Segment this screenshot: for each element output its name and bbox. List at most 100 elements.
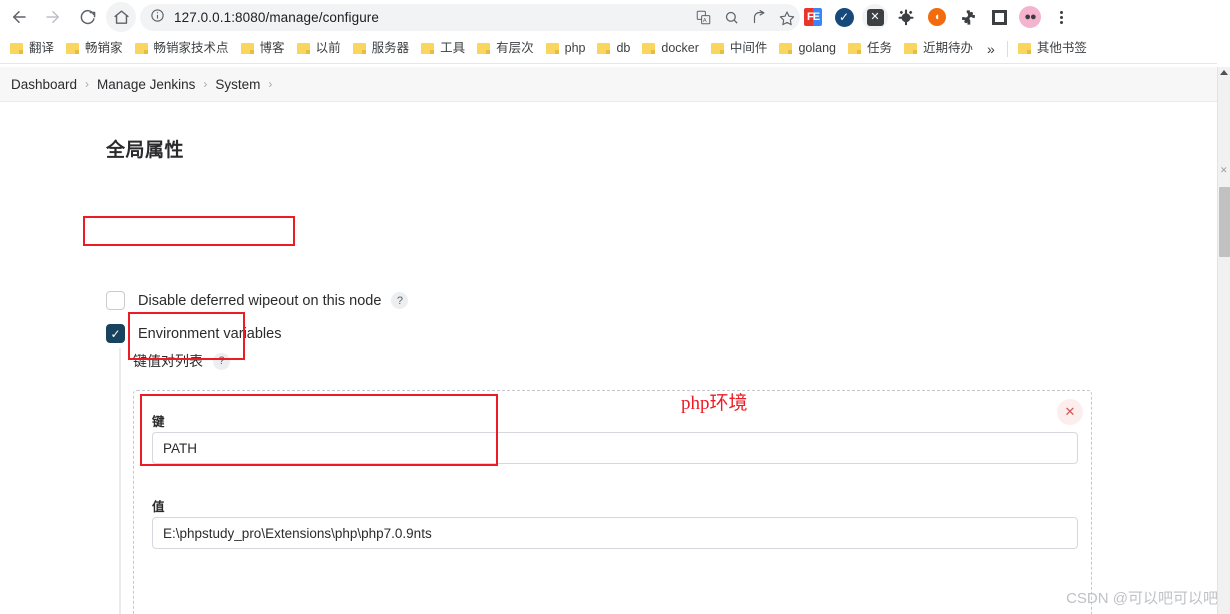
address-bar[interactable]: 127.0.0.1:8080/manage/configure A [140,4,800,31]
bookmark-label: php [564,41,586,56]
scroll-up-arrow-icon[interactable] [1220,70,1228,75]
folder-icon [1017,43,1031,54]
kv-list-header: 键值对列表 ? [133,351,230,371]
bookmark-label: 博客 [259,41,285,56]
bookmark-item[interactable]: 博客 [235,40,291,57]
bookmark-item[interactable]: php [540,40,592,57]
bookmark-label: golang [798,41,836,56]
scrollbar-thumb[interactable] [1219,187,1230,257]
value-field-label: 值 [152,500,165,514]
key-input[interactable]: PATH [152,432,1078,464]
key-field-label: 键 [152,415,165,429]
other-bookmarks-label: 其他书签 [1036,41,1087,56]
svg-text:A: A [702,18,706,24]
vertical-scrollbar[interactable]: ✕ [1217,67,1230,614]
folder-icon [847,43,861,54]
breadcrumb-item[interactable]: Dashboard [5,77,83,92]
breadcrumb-item[interactable]: System [209,77,266,92]
browser-window: 127.0.0.1:8080/manage/configure A FE ✓ ✕ [0,0,1230,614]
watermark: CSDN @可以吧可以吧 [1066,590,1218,607]
puzzle-extension-icon[interactable] [955,4,981,30]
help-icon-disable-wipeout[interactable]: ? [391,292,409,309]
folder-icon [904,43,917,54]
browser-chrome: 127.0.0.1:8080/manage/configure A FE ✓ ✕ [0,0,1230,67]
profile-avatar[interactable]: ●● [1017,4,1043,30]
bookmark-item[interactable]: 以前 [291,40,347,57]
bug-extension-icon[interactable] [893,4,919,30]
url-text: 127.0.0.1:8080/manage/configure [174,10,380,25]
back-arrow-icon[interactable] [4,2,34,32]
three-dot-menu-icon[interactable] [1048,4,1074,30]
home-icon[interactable] [106,2,136,32]
bookmark-item[interactable]: 翻译 [4,40,60,57]
bookmark-label: 近期待办 [923,41,974,56]
kv-list-label: 键值对列表 [133,353,203,369]
checkbox-environment-variables[interactable]: ✓ [106,324,125,343]
folder-icon [421,43,435,54]
folder-icon [545,43,559,54]
share-icon[interactable] [746,5,772,31]
other-bookmarks-item[interactable]: 其他书签 [1012,40,1093,57]
bookmark-label: 畅销家技术点 [153,41,229,56]
translate-icon[interactable]: A [690,5,716,31]
checkmark-extension-icon[interactable]: ✓ [831,4,857,30]
checkbox-row-disable-wipeout[interactable]: Disable deferred wipeout on this node ? [106,291,409,310]
bookmark-item[interactable]: 服务器 [347,40,416,57]
breadcrumb-separator-icon: › [268,77,273,91]
reload-icon[interactable] [72,2,102,32]
extensions-tray: FE ✓ ✕ ◖ ●● [800,3,1074,31]
bookmark-star-icon[interactable] [774,5,800,31]
x-extension-icon[interactable]: ✕ [862,4,888,30]
nesting-rule [119,348,121,614]
bookmark-label: db [616,41,631,56]
bookmarks-overflow-button[interactable]: » [979,41,1003,57]
bookmark-item[interactable]: 近期待办 [898,40,979,57]
chrome-right-edge [1217,0,1230,67]
env-var-entry-panel: ✕ 键 PATH 值 E:\phpstudy_pro\Extensions\ph… [133,390,1092,614]
breadcrumb-item[interactable]: Manage Jenkins [91,77,201,92]
bookmark-item[interactable]: 任务 [842,40,898,57]
help-icon-kv-list[interactable]: ? [213,352,230,370]
forward-arrow-icon[interactable] [38,2,68,32]
bookmark-item[interactable]: 畅销家 [60,40,129,57]
bookmark-label: 任务 [866,41,892,56]
bookmark-label: 工具 [440,41,466,56]
bookmark-label: 服务器 [371,41,410,56]
bookmark-label: 以前 [315,41,341,56]
value-input[interactable]: E:\phpstudy_pro\Extensions\php\php7.0.9n… [152,517,1078,549]
bookmark-item[interactable]: docker [636,40,705,57]
bookmark-item[interactable]: 畅销家技术点 [129,40,235,57]
folder-icon [597,43,611,54]
breadcrumb-separator-icon: › [203,77,208,91]
bookmark-item[interactable]: golang [773,40,842,57]
omnibox-actions: A [690,4,800,31]
checkbox-row-environment-variables[interactable]: ✓ Environment variables [106,324,281,343]
bookmark-label: 有层次 [496,41,534,56]
fe-extension-icon[interactable]: FE [800,4,826,30]
bookmark-item[interactable]: db [591,40,636,57]
folder-icon [710,43,724,54]
checkbox-disable-wipeout-label: Disable deferred wipeout on this node [138,292,382,309]
folder-icon [240,43,254,54]
checkbox-disable-wipeout[interactable] [106,291,125,310]
page-title: 全局属性 [106,140,185,161]
search-icon[interactable] [718,5,744,31]
annotation-php-env-label: php环境 [681,393,748,414]
breadcrumb-separator-icon: › [85,77,90,91]
square-extension-icon[interactable] [986,4,1012,30]
page-content: 全局属性 Disable deferred wipeout on this no… [0,103,1217,614]
bookmark-item[interactable]: 工具 [415,40,471,57]
folder-icon [352,43,366,54]
bookmark-label: 中间件 [729,41,768,56]
bookmark-label: docker [661,41,699,56]
bookmark-item[interactable]: 有层次 [471,40,540,57]
folder-icon [10,43,23,54]
site-info-icon[interactable] [150,8,165,28]
orange-extension-icon[interactable]: ◖ [924,4,950,30]
delete-entry-button[interactable]: ✕ [1057,399,1083,425]
bookmark-item[interactable]: 中间件 [705,40,774,57]
page-viewport: Dashboard › Manage Jenkins › System › 全局属性 Di… [0,67,1217,614]
bookmarks-divider [1006,40,1008,57]
folder-icon [477,43,491,54]
bookmark-label: 畅销家 [85,41,123,56]
